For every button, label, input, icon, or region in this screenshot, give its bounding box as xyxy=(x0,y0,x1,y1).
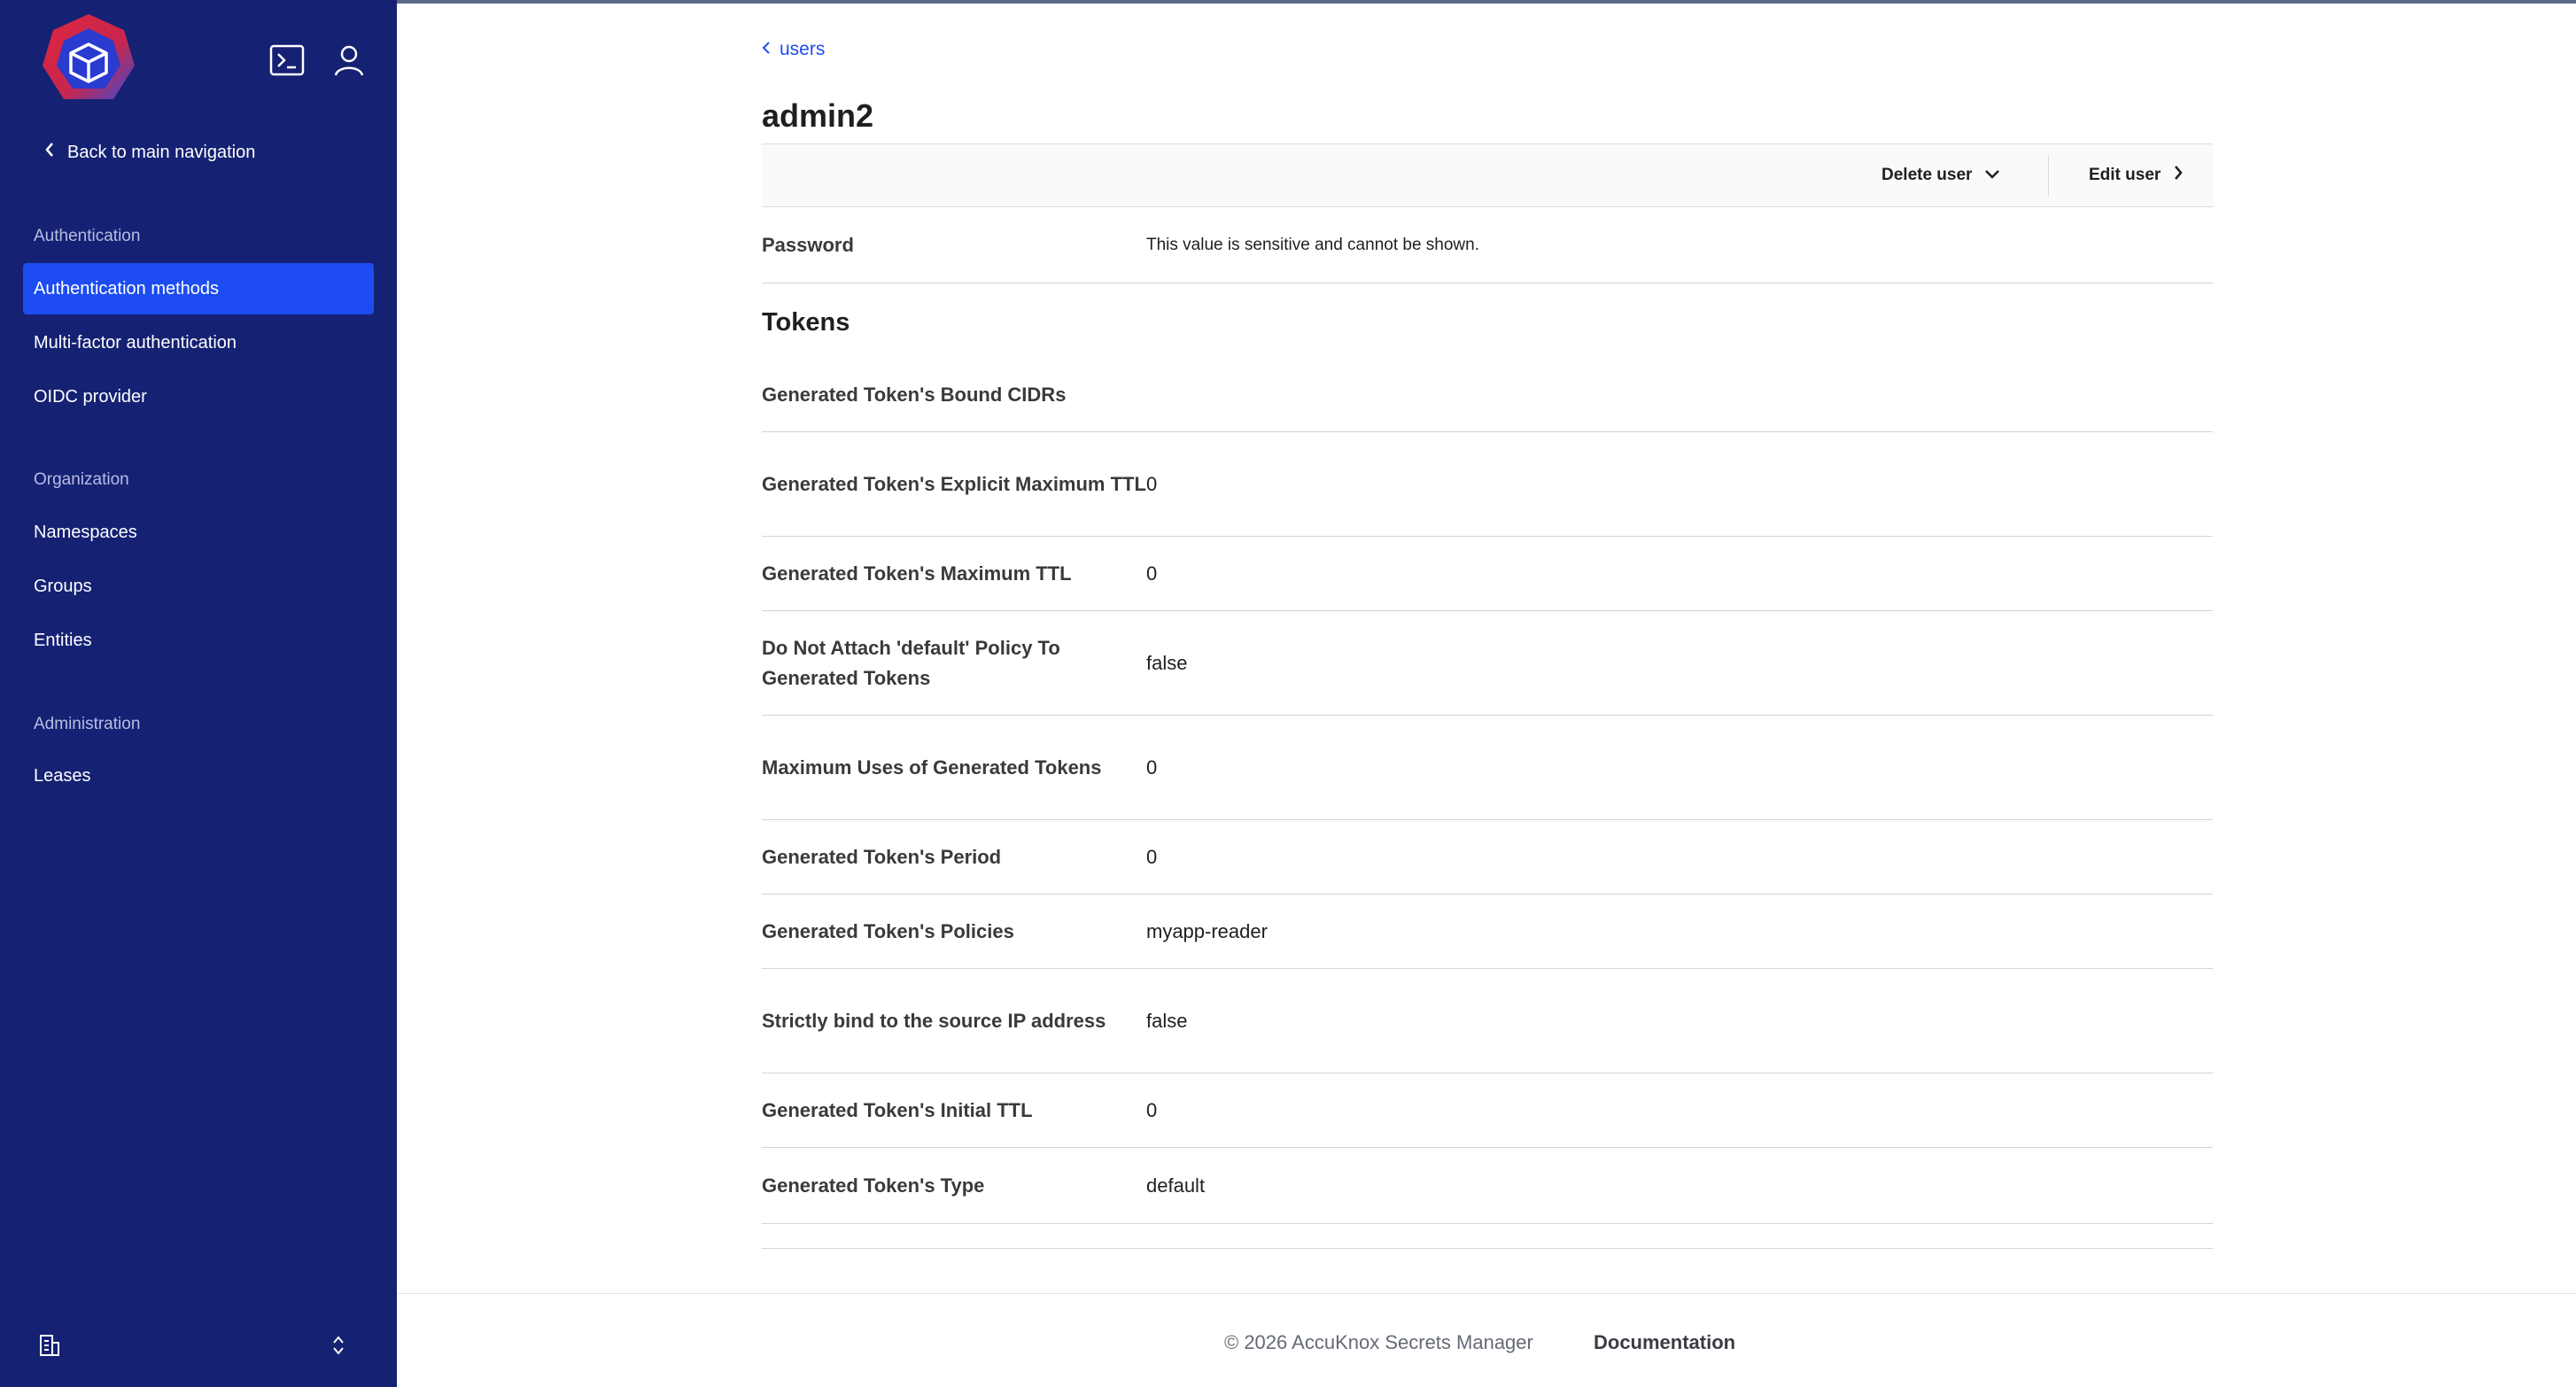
field-label: Strictly bind to the source IP address xyxy=(762,1009,1106,1032)
form-divider xyxy=(762,1224,2213,1249)
user-icon[interactable] xyxy=(330,41,369,80)
password-value: This value is sensitive and cannot be sh… xyxy=(1146,235,1479,254)
breadcrumb-users[interactable]: users xyxy=(780,39,825,60)
password-row: Password This value is sensitive and can… xyxy=(762,207,2213,283)
edit-user-label: Edit user xyxy=(2089,166,2161,184)
field-label: Generated Token's Explicit Maximum TTL xyxy=(762,472,1146,495)
chevron-down-icon xyxy=(1984,166,2000,185)
token-row-no-default-policy: Do Not Attach 'default' Policy To Genera… xyxy=(762,611,2213,716)
field-label: Generated Token's Bound CIDRs xyxy=(762,383,1067,406)
field-value: 0 xyxy=(1146,845,1158,868)
building-icon[interactable] xyxy=(39,1334,60,1361)
sidebar-item-groups[interactable]: Groups xyxy=(23,561,374,612)
token-row-period: Generated Token's Period 0 xyxy=(762,820,2213,895)
field-value: 0 xyxy=(1146,472,1158,495)
copyright-text: © 2026 AccuKnox Secrets Manager xyxy=(1224,1331,1533,1353)
sidebar: Back to main navigation Authentication A… xyxy=(0,0,397,1387)
field-label: Generated Token's Type xyxy=(762,1174,985,1197)
section-authentication: Authentication xyxy=(34,227,141,245)
documentation-link[interactable]: Documentation xyxy=(1594,1331,1735,1354)
field-label: Maximum Uses of Generated Tokens xyxy=(762,755,1102,779)
page-footer: © 2026 AccuKnox Secrets Manager Document… xyxy=(397,1293,2576,1387)
field-value: 0 xyxy=(1146,562,1158,585)
field-label: Generated Token's Policies xyxy=(762,919,1014,942)
app-logo[interactable] xyxy=(37,11,140,113)
field-value: default xyxy=(1146,1174,1206,1197)
field-label: Generated Token's Maximum TTL xyxy=(762,562,1072,585)
toolbar: Delete user Edit user xyxy=(762,143,2213,207)
sidebar-item-namespaces[interactable]: Namespaces xyxy=(23,507,374,558)
chevron-left-icon xyxy=(762,39,771,60)
sidebar-item-authentication-methods[interactable]: Authentication methods xyxy=(23,263,374,314)
token-row-bound-cidrs: Generated Token's Bound CIDRs xyxy=(762,358,2213,432)
sidebar-item-entities[interactable]: Entities xyxy=(23,615,374,666)
token-row-explicit-max-ttl: Generated Token's Explicit Maximum TTL 0 xyxy=(762,432,2213,537)
field-value: false xyxy=(1146,651,1188,674)
main-content: users admin2 Delete user Edit user Passw… xyxy=(397,4,2576,1387)
field-value: 0 xyxy=(1146,755,1158,779)
field-label: Do Not Attach 'default' Policy To Genera… xyxy=(762,636,1060,689)
token-row-policies: Generated Token's Policies myapp-reader xyxy=(762,895,2213,969)
page-title: admin2 xyxy=(762,97,874,134)
sidebar-footer xyxy=(0,1298,397,1387)
field-label: Generated Token's Initial TTL xyxy=(762,1098,1033,1121)
sidebar-item-leases[interactable]: Leases xyxy=(23,750,374,802)
delete-user-label: Delete user xyxy=(1882,166,1973,184)
sidebar-item-oidc-provider[interactable]: OIDC provider xyxy=(23,371,374,422)
token-row-type: Generated Token's Type default xyxy=(762,1148,2213,1224)
field-value: myapp-reader xyxy=(1146,919,1268,942)
token-row-max-ttl: Generated Token's Maximum TTL 0 xyxy=(762,537,2213,611)
token-row-max-uses: Maximum Uses of Generated Tokens 0 xyxy=(762,716,2213,820)
terminal-icon[interactable] xyxy=(268,41,306,80)
chevron-right-icon xyxy=(2173,165,2184,186)
token-row-initial-ttl: Generated Token's Initial TTL 0 xyxy=(762,1073,2213,1148)
back-label: Back to main navigation xyxy=(67,142,256,162)
field-value: false xyxy=(1146,1009,1188,1032)
field-value: 0 xyxy=(1146,1098,1158,1121)
sidebar-item-mfa[interactable]: Multi-factor authentication xyxy=(23,317,374,368)
token-row-bind-source-ip: Strictly bind to the source IP address f… xyxy=(762,969,2213,1073)
password-label: Password xyxy=(762,233,854,256)
breadcrumb[interactable]: users xyxy=(762,39,825,60)
tokens-title: Tokens xyxy=(762,308,850,337)
chevron-left-icon xyxy=(44,142,55,163)
delete-user-button[interactable]: Delete user xyxy=(1882,144,2000,206)
field-label: Generated Token's Period xyxy=(762,845,1002,868)
back-to-main-navigation[interactable]: Back to main navigation xyxy=(44,142,255,163)
toolbar-divider xyxy=(2048,155,2049,196)
chevron-up-down-icon[interactable] xyxy=(331,1334,345,1361)
section-organization: Organization xyxy=(34,470,129,489)
section-administration: Administration xyxy=(34,715,141,733)
edit-user-button[interactable]: Edit user xyxy=(2089,144,2184,206)
